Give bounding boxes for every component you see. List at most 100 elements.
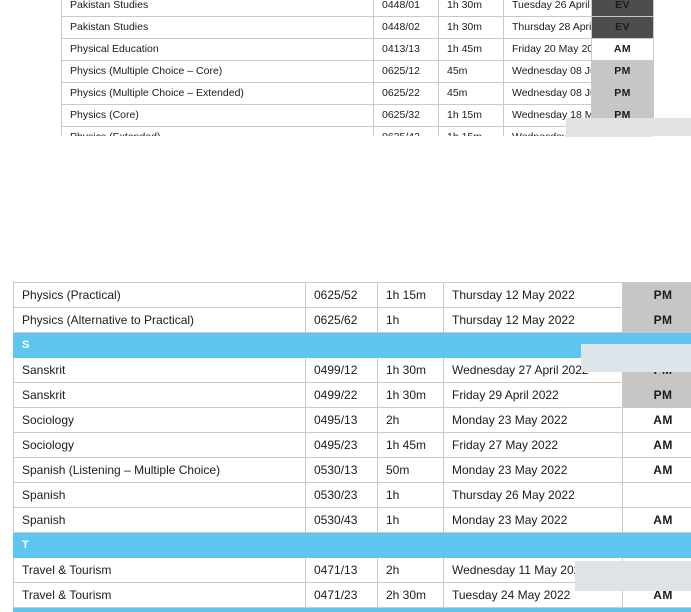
table-row: Physics (Multiple Choice – Core) 0625/12 4…	[61, 60, 654, 83]
cell-session: EV	[591, 0, 654, 17]
table-row: Physical Education 0413/13 1h 45m Friday 20…	[61, 38, 654, 61]
cell-code: 0625/22	[373, 82, 439, 105]
alphabet-letter: U	[13, 607, 691, 612]
cell-code: 0530/23	[305, 482, 378, 508]
alphabet-letter: T	[13, 532, 691, 558]
table-row: Physics (Alternative to Practical) 0625/6…	[13, 307, 691, 333]
cell-date: Friday 27 May 2022	[443, 432, 623, 458]
cell-session: PM	[622, 307, 691, 333]
cell-syllabus: Physics (Alternative to Practical)	[13, 307, 306, 333]
cell-session	[622, 482, 691, 508]
cell-code: 0625/62	[305, 307, 378, 333]
cell-date: Thursday 28 April 2022	[503, 16, 592, 39]
cell-syllabus: Sanskrit	[13, 382, 306, 408]
alphabet-divider-row: S	[13, 332, 691, 358]
cell-code: 0499/12	[305, 357, 378, 383]
exam-timetable-upper: Pakistan Studies 0448/01 1h 30m Tuesday 26 …	[61, 0, 654, 136]
cell-date: Monday 23 May 2022	[443, 507, 623, 533]
table-row: Travel & Tourism 0471/23 2h 30m Tuesday 24 …	[13, 582, 691, 608]
table-row: Sanskrit 0499/12 1h 30m Wednesday 27 April …	[13, 357, 691, 383]
cell-session: PM	[622, 282, 691, 308]
cell-duration: 1h	[377, 307, 444, 333]
cell-date: Thursday 12 May 2022	[443, 307, 623, 333]
cell-date: Friday 29 April 2022	[443, 382, 623, 408]
cell-duration: 50m	[377, 457, 444, 483]
cell-code: 0495/13	[305, 407, 378, 433]
cell-duration: 1h	[377, 507, 444, 533]
cell-code: 0471/13	[305, 557, 378, 583]
table-row: Spanish 0530/23 1h Thursday 26 May 2022	[13, 482, 691, 508]
cell-session: PM	[591, 104, 654, 127]
cell-code: 0625/42	[373, 126, 439, 136]
cell-date: Tuesday 26 April 2022	[503, 0, 592, 17]
cell-duration: 2h 30m	[377, 582, 444, 608]
table-row: Physics (Multiple Choice – Extended) 0625…	[61, 82, 654, 105]
cell-date: Wednesday 08 June 2022	[503, 60, 592, 83]
cell-duration: 1h 15m	[377, 282, 444, 308]
cell-date: Tuesday 24 May 2022	[443, 582, 623, 608]
cell-session: AM	[622, 557, 691, 583]
cell-date: Friday 20 May 2022	[503, 38, 592, 61]
cell-date: Thursday 26 May 2022	[443, 482, 623, 508]
cell-syllabus: Physics (Core)	[61, 104, 374, 127]
cell-duration: 45m	[438, 82, 504, 105]
cell-session: PM	[622, 382, 691, 408]
cell-duration: 1h 30m	[377, 357, 444, 383]
cell-code: 0625/12	[373, 60, 439, 83]
cell-code: 0413/13	[373, 38, 439, 61]
cell-code: 0448/02	[373, 16, 439, 39]
table-row: Sociology 0495/13 2h Monday 23 May 2022 AM	[13, 407, 691, 433]
cell-duration: 1h 15m	[438, 104, 504, 127]
cell-date: Thursday 12 May 2022	[443, 282, 623, 308]
cell-session: AM	[622, 457, 691, 483]
cell-syllabus: Physical Education	[61, 38, 374, 61]
cell-duration: 45m	[438, 60, 504, 83]
cell-duration: 1h 45m	[438, 38, 504, 61]
cell-session: PM	[622, 357, 691, 383]
alphabet-letter: S	[13, 332, 691, 358]
cell-syllabus: Pakistan Studies	[61, 16, 374, 39]
cell-syllabus: Sociology	[13, 432, 306, 458]
cell-syllabus: Travel & Tourism	[13, 557, 306, 583]
cell-duration: 1h 30m	[438, 16, 504, 39]
cell-syllabus: Spanish	[13, 482, 306, 508]
table-row: Pakistan Studies 0448/02 1h 30m Thursday 28…	[61, 16, 654, 39]
cell-date: Wednesday 18 May 2022	[503, 104, 592, 127]
cell-syllabus: Spanish	[13, 507, 306, 533]
alphabet-divider-row: U	[13, 607, 691, 612]
table-row: Physics (Practical) 0625/52 1h 15m Thursday…	[13, 282, 691, 308]
cell-code: 0625/32	[373, 104, 439, 127]
cell-date: Wednesday 27 April 2022	[443, 357, 623, 383]
cell-session: PM	[591, 60, 654, 83]
cell-syllabus: Pakistan Studies	[61, 0, 374, 17]
cell-syllabus: Physics (Multiple Choice – Core)	[61, 60, 374, 83]
cell-date: Wednesday 18 May 2022	[503, 126, 592, 136]
cell-code: 0530/13	[305, 457, 378, 483]
cell-session: AM	[622, 407, 691, 433]
cell-code: 0471/23	[305, 582, 378, 608]
exam-timetable-main: Physics (Practical) 0625/52 1h 15m Thursday…	[13, 282, 691, 612]
cell-syllabus: Physics (Practical)	[13, 282, 306, 308]
cell-session: AM	[622, 507, 691, 533]
timetable-page: Pakistan Studies 0448/01 1h 30m Tuesday 26 …	[0, 0, 691, 612]
cell-syllabus: Sociology	[13, 407, 306, 433]
cell-code: 0625/52	[305, 282, 378, 308]
table-row: Physics (Core) 0625/32 1h 15m Wednesday 18 …	[61, 104, 654, 127]
cell-syllabus: Physics (Extended)	[61, 126, 374, 136]
cell-syllabus: Spanish (Listening – Multiple Choice)	[13, 457, 306, 483]
cell-session: EV	[591, 16, 654, 39]
cell-duration: 2h	[377, 407, 444, 433]
cell-date: Wednesday 08 June 2022	[503, 82, 592, 105]
cell-date: Wednesday 11 May 2022	[443, 557, 623, 583]
cell-code: 0499/22	[305, 382, 378, 408]
table-row: Spanish (Listening – Multiple Choice) 053…	[13, 457, 691, 483]
cell-session: PM	[591, 82, 654, 105]
cell-syllabus: Physics (Multiple Choice – Extended)	[61, 82, 374, 105]
cell-session: AM	[591, 38, 654, 61]
table-row: Travel & Tourism 0471/13 2h Wednesday 11 Ma…	[13, 557, 691, 583]
table-row: Physics (Extended)0625/421h 15mWednesday…	[61, 126, 654, 136]
cell-duration: 1h 45m	[377, 432, 444, 458]
alphabet-divider-row: T	[13, 532, 691, 558]
cell-code: 0495/23	[305, 432, 378, 458]
cell-syllabus: Travel & Tourism	[13, 582, 306, 608]
